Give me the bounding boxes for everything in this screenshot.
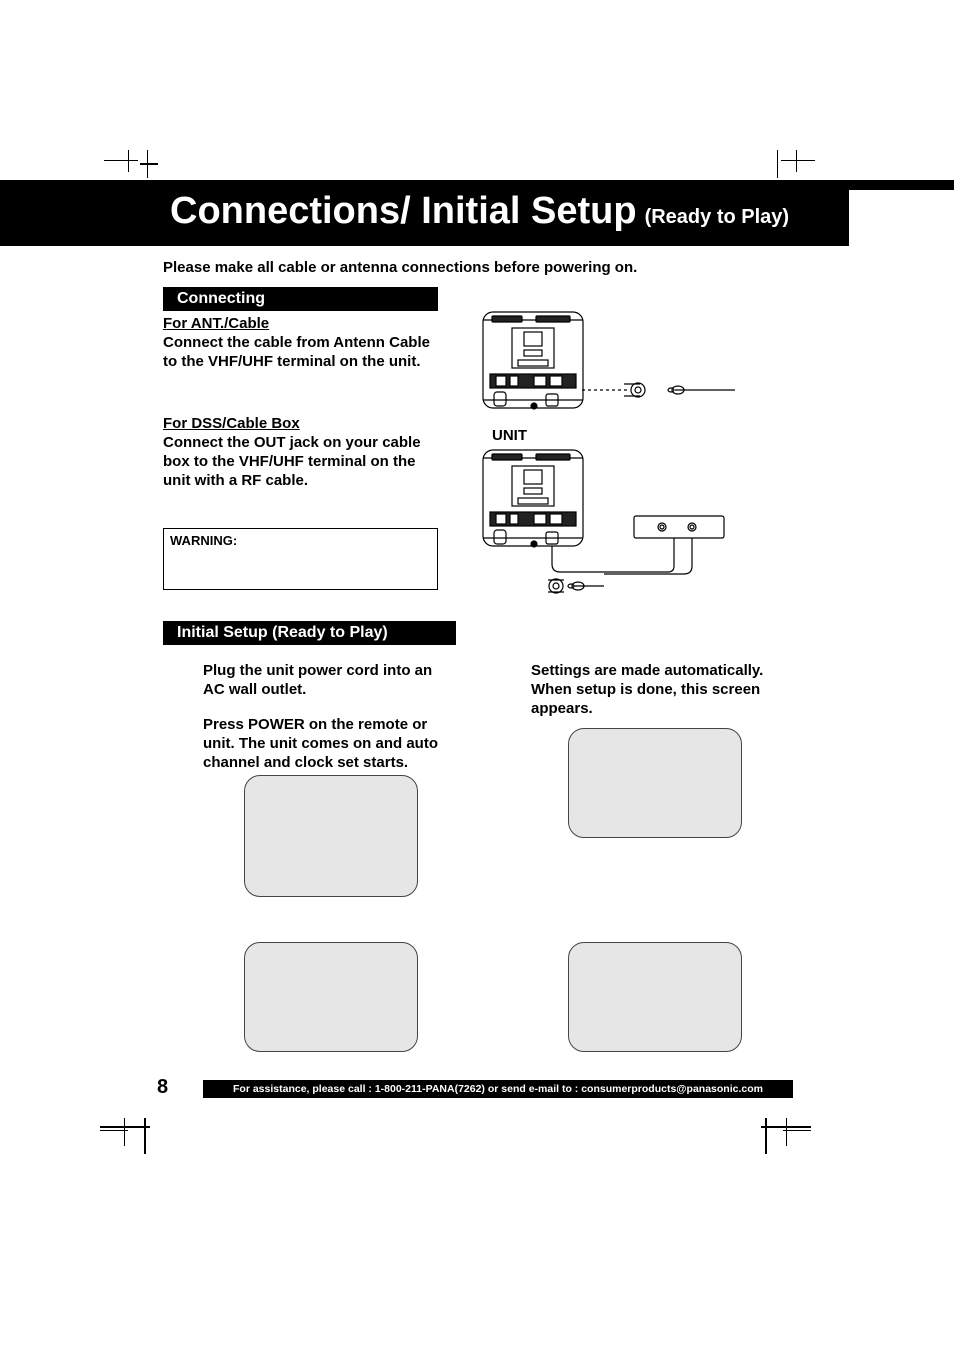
diagram-dss-box (478, 444, 758, 604)
title-suffix: (Ready to Play) (645, 206, 789, 229)
ant-cable-heading: For ANT./Cable (163, 315, 269, 334)
screen-placeholder-2 (568, 728, 742, 838)
screen-placeholder-4 (568, 942, 742, 1052)
unit-label: UNIT (492, 427, 527, 444)
header-left-block (0, 190, 100, 246)
step-settings-done: Settings are made automatically. When se… (531, 662, 771, 718)
footer-text: For assistance, please call : 1-800-211-… (233, 1083, 763, 1095)
title-main: Connections/ Initial Setup (170, 190, 637, 233)
page-title: Connections/ Initial Setup (Ready to Pla… (100, 190, 849, 246)
footer-bar: For assistance, please call : 1-800-211-… (203, 1080, 793, 1098)
warning-label: WARNING: (170, 533, 237, 548)
section-initial-setup: Initial Setup (Ready to Play) (163, 621, 456, 645)
page-number: 8 (157, 1076, 168, 1099)
dss-body: Connect the OUT jack on your cable box t… (163, 434, 433, 490)
intro-text: Please make all cable or antenna connect… (163, 259, 637, 278)
dss-heading: For DSS/Cable Box (163, 415, 300, 434)
step-press-power: Press POWER on the remote or unit. The u… (203, 716, 463, 772)
diagram-ant-cable (478, 306, 748, 416)
header-stripe (0, 180, 954, 190)
screen-placeholder-1 (244, 775, 418, 897)
ant-cable-body: Connect the cable from Antenn Cable to t… (163, 334, 443, 372)
warning-box: WARNING: (163, 528, 438, 590)
section-connecting: Connecting (163, 287, 438, 311)
step-plug-cord: Plug the unit power cord into an AC wall… (203, 662, 453, 700)
screen-placeholder-3 (244, 942, 418, 1052)
